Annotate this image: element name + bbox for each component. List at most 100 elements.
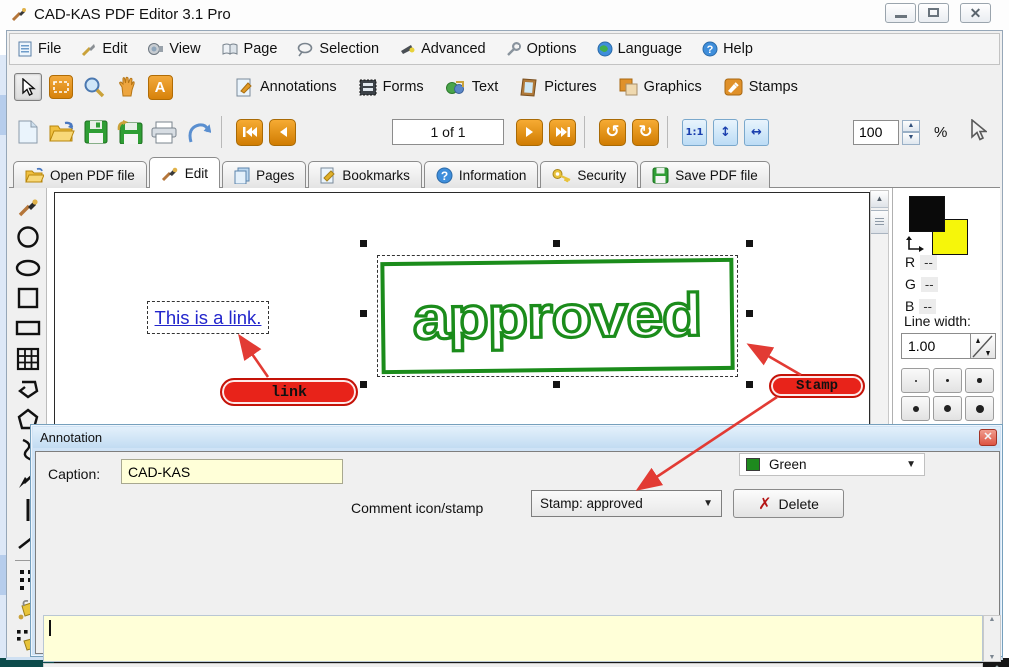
tab-save-pdf-file[interactable]: Save PDF file (640, 161, 770, 188)
tab-pages[interactable]: Pages (222, 161, 306, 188)
table-tool[interactable] (13, 344, 43, 374)
zoom-input[interactable] (853, 120, 899, 145)
point-size-6-button[interactable] (965, 396, 994, 421)
approved-stamp[interactable]: approved (380, 258, 734, 374)
zoom-down-icon[interactable]: ▼ (902, 132, 920, 145)
brush-tool[interactable] (13, 192, 43, 222)
tab-security[interactable]: Security (540, 161, 638, 188)
menu-file[interactable]: File (18, 41, 61, 57)
zoom-up-icon[interactable]: ▲ (902, 120, 920, 133)
annotation-panel-header[interactable]: Annotation (33, 427, 1000, 448)
zoom-percent-label: % (934, 124, 947, 141)
pdf-link-text[interactable]: This is a link. (155, 307, 262, 329)
menu-help[interactable]: ? Help (702, 41, 753, 57)
page-indicator[interactable]: 1 of 1 (392, 119, 504, 145)
menu-page[interactable]: Page (221, 41, 278, 57)
delete-button[interactable]: ✗ Delete (733, 489, 844, 518)
select-rectangle-icon (53, 81, 69, 93)
selection-handle-nw[interactable] (360, 240, 367, 247)
annotation-note-textarea[interactable] (43, 615, 983, 662)
menu-options[interactable]: Options (506, 41, 577, 57)
maximize-button[interactable] (918, 3, 949, 23)
point-size-3-button[interactable] (965, 368, 994, 393)
text-tool-button[interactable]: A (146, 73, 174, 101)
menu-options-label: Options (527, 41, 577, 57)
minimize-button[interactable] (885, 3, 916, 23)
pointer-tool-button[interactable] (14, 73, 42, 101)
rotate-left-button[interactable]: ↺ (599, 119, 626, 146)
save-button[interactable] (81, 117, 111, 147)
next-page-button[interactable] (516, 119, 543, 146)
scrollbar-thumb[interactable] (871, 210, 888, 234)
dot-icon (944, 405, 951, 412)
note-vertical-scrollbar[interactable]: ▲▼ (983, 615, 1001, 662)
point-size-5-button[interactable] (933, 396, 962, 421)
diagonal-spinner-icon (971, 334, 995, 359)
annotations-button[interactable]: Annotations (236, 78, 337, 97)
annotation-close-button[interactable]: ✕ (979, 429, 997, 446)
tab-information[interactable]: ? Information (424, 161, 539, 188)
undo-history-button[interactable] (183, 117, 213, 147)
annotations-icon (236, 78, 254, 97)
stamp-type-dropdown[interactable]: Stamp: approved ▼ (531, 490, 722, 517)
stamps-button[interactable]: Stamps (724, 78, 798, 96)
circle-tool[interactable] (13, 222, 43, 252)
tab-open-pdf-file[interactable]: Open PDF file (13, 161, 147, 188)
menu-language[interactable]: Language (597, 41, 683, 57)
prev-page-button[interactable] (269, 119, 296, 146)
print-button[interactable] (149, 117, 179, 147)
note-horizontal-scrollbar[interactable]: ◀▶ (43, 663, 983, 667)
square-tool[interactable] (13, 283, 43, 313)
b-value: -- (919, 299, 936, 314)
view-menu-icon (147, 41, 164, 57)
fit-height-button[interactable]: ↕ (713, 119, 738, 146)
foreground-color-swatch[interactable] (909, 196, 945, 232)
close-button[interactable]: ✕ (960, 3, 991, 23)
selection-handle-se[interactable] (746, 381, 753, 388)
line-width-input[interactable] (901, 333, 971, 359)
last-page-button[interactable] (549, 119, 576, 146)
hand-icon (117, 76, 137, 98)
menu-selection[interactable]: Selection (297, 41, 379, 57)
point-size-1-button[interactable] (901, 368, 930, 393)
selection-handle-e[interactable] (746, 310, 753, 317)
zoom-spinner[interactable]: ▲ ▼ (902, 120, 920, 145)
point-size-4-button[interactable] (901, 396, 930, 421)
menu-view[interactable]: View (147, 41, 200, 57)
tab-edit[interactable]: Edit (149, 157, 220, 188)
tab-bookmarks[interactable]: Bookmarks (308, 161, 422, 188)
ellipse-tool[interactable] (13, 253, 43, 283)
first-page-button[interactable] (236, 119, 263, 146)
selection-handle-w[interactable] (360, 310, 367, 317)
text-mode-button[interactable]: Text (446, 79, 499, 95)
green-value-row: G-- (905, 276, 938, 292)
color-dropdown[interactable]: Green ▼ (739, 453, 925, 476)
graphics-button[interactable]: Graphics (619, 78, 702, 96)
polyline-tool[interactable] (13, 374, 43, 404)
pan-tool-button[interactable] (113, 73, 141, 101)
forms-button[interactable]: Forms (359, 79, 424, 96)
open-file-button[interactable] (47, 117, 77, 147)
page-menu-icon (221, 42, 239, 57)
selection-handle-n[interactable] (553, 240, 560, 247)
rectangle-tool[interactable] (13, 313, 43, 343)
pictures-button[interactable]: Pictures (520, 78, 596, 97)
point-size-2-button[interactable] (933, 368, 962, 393)
new-file-button[interactable] (13, 117, 43, 147)
fit-width-button[interactable]: ↔ (744, 119, 769, 146)
caption-input[interactable] (121, 459, 343, 484)
save-as-button[interactable] (115, 117, 145, 147)
scroll-up-icon[interactable]: ▲ (871, 191, 888, 208)
menu-edit[interactable]: Edit (81, 41, 127, 57)
selection-handle-ne[interactable] (746, 240, 753, 247)
selection-handle-s[interactable] (553, 381, 560, 388)
pictures-icon (520, 78, 538, 97)
line-width-spinner[interactable] (971, 333, 996, 359)
swap-colors-icon[interactable] (905, 235, 925, 255)
zoom-actual-size-button[interactable]: 1:1 (682, 119, 707, 146)
rotate-right-button[interactable]: ↻ (632, 119, 659, 146)
menu-advanced[interactable]: Advanced (399, 41, 486, 57)
zoom-tool-button[interactable] (80, 73, 108, 101)
selection-handle-sw[interactable] (360, 381, 367, 388)
select-rectangle-button[interactable] (47, 73, 75, 101)
